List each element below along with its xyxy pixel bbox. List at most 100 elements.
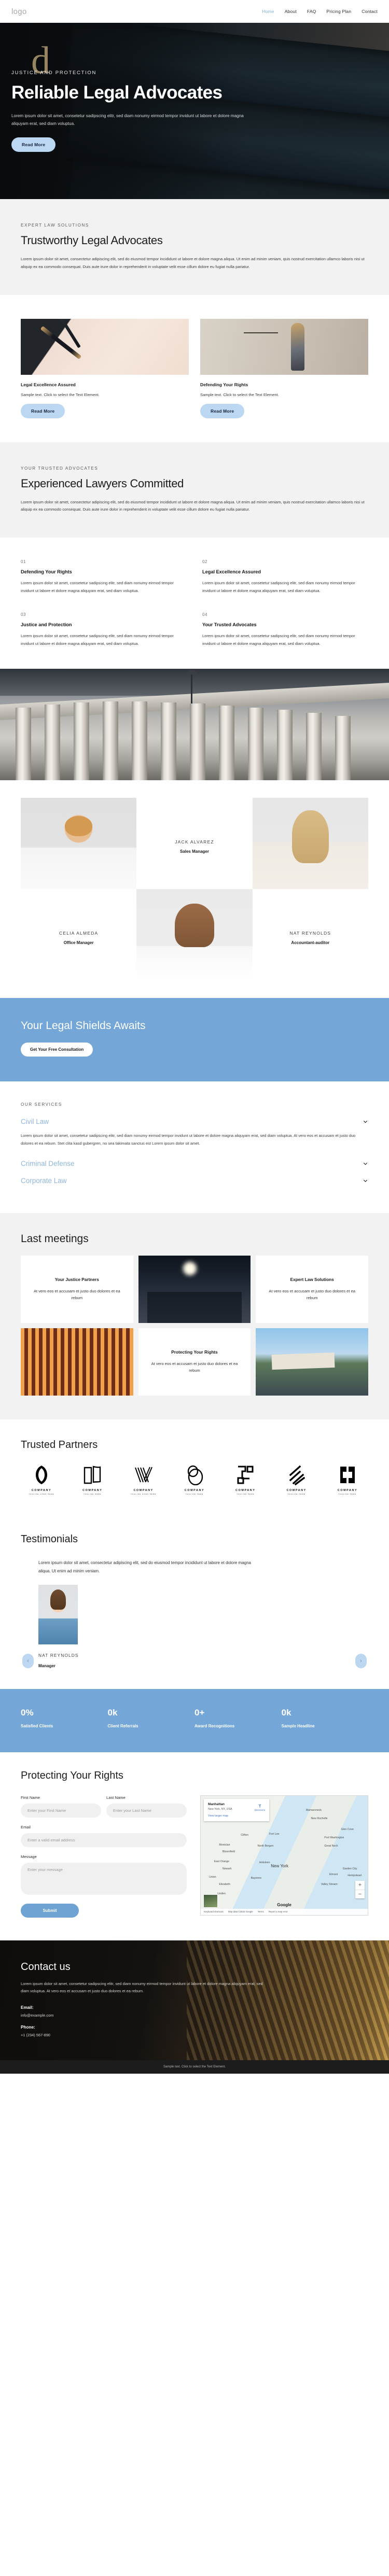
zoom-out-button[interactable]: − (355, 1889, 365, 1898)
testimonials-section: Testimonials Lorem ipsum dolor sit amet,… (0, 1515, 389, 1689)
feature-title: Legal Excellence Assured (202, 569, 261, 575)
courthouse-columns-banner (0, 668, 389, 780)
testimonial-quote: Lorem ipsum dolor sit amet, consectetur … (38, 1560, 251, 1573)
first-name-input[interactable] (21, 1803, 101, 1818)
feature-item: 04 Your Trusted Advocates Lorem ipsum do… (202, 612, 368, 647)
contact-form-section: Protecting Your Rights First Name Last N… (0, 1752, 389, 1940)
card-read-more-button[interactable]: Read More (21, 403, 65, 418)
nav-link-about[interactable]: About (285, 9, 297, 14)
footer-email-value[interactable]: info@example.com (21, 2013, 368, 2018)
chevron-down-icon[interactable] (363, 1161, 368, 1166)
accordion-header[interactable]: Civil Law (21, 1118, 368, 1125)
nav-link-contact[interactable]: Contact (362, 9, 378, 14)
accordion-header[interactable]: Corporate Law (21, 1177, 368, 1185)
meeting-tile: Your Justice Partners At vero eos et acc… (21, 1255, 133, 1323)
map-label: East Orange (214, 1860, 229, 1863)
accordion-item-criminal-defense: Criminal Defense (21, 1155, 368, 1172)
stat-value: 0+ (195, 1707, 205, 1718)
map-terms-link[interactable]: Terms (258, 1910, 264, 1913)
map-zoom-controls[interactable]: + − (355, 1880, 365, 1898)
feature-card: Legal Excellence Assured Sample text. Cl… (21, 318, 189, 418)
nav-links: Home About FAQ Pricing Plan Contact (262, 9, 378, 14)
top-navigation: logo Home About FAQ Pricing Plan Contact (0, 0, 389, 23)
map-data-attribution: Map data ©2024 Google (228, 1910, 253, 1913)
footer-description: Lorem ipsum dolor sit amet, consetetur s… (21, 1981, 263, 1993)
map-directions-button[interactable]: Directions (255, 1803, 265, 1811)
team-member-info: CELIA ALMEDA Office Manager (21, 889, 136, 980)
chevron-down-icon[interactable] (363, 1119, 368, 1124)
map-view-larger-link[interactable]: View larger map (208, 1814, 265, 1818)
feature-text: Lorem ipsum dolor sit amet, consetetur s… (21, 581, 174, 593)
accordion-header[interactable]: Criminal Defense (21, 1160, 368, 1167)
team-member-name: NAT REYNOLDS (289, 931, 331, 936)
partner-logo[interactable]: COMPANY TAGLINE HERE (72, 1465, 113, 1495)
accordion-item-corporate-law: Corporate Law (21, 1172, 368, 1189)
meeting-tile-title: Expert Law Solutions (290, 1276, 334, 1282)
accordion-item-civil-law: Civil Law Lorem ipsum dolor sit amet, co… (21, 1113, 368, 1155)
chevron-down-icon[interactable] (363, 1178, 368, 1184)
partner-logo[interactable]: COMPANY TAGLINE HERE (276, 1465, 317, 1495)
map-label: Bloomfield (222, 1850, 235, 1854)
google-map[interactable]: New York Mamaroneck New Rochelle Glen Co… (200, 1795, 368, 1916)
stat-item: 0k Client Referrals (108, 1708, 195, 1728)
team-member-role: Sales Manager (179, 849, 209, 854)
feature-text: Lorem ipsum dolor sit amet, consetetur s… (21, 634, 174, 646)
card-read-more-button[interactable]: Read More (200, 403, 245, 418)
zoom-in-button[interactable]: + (355, 1881, 365, 1890)
partner-tagline: TAGLINE HERE (237, 1493, 255, 1495)
partner-logo[interactable]: COMPANY TAGLINE HERE (225, 1465, 266, 1495)
site-logo[interactable]: logo (11, 7, 27, 16)
team-photo-celia-almeda (136, 889, 253, 980)
meeting-tile-text: At vero eos et accusam et justo duo dolo… (33, 1288, 120, 1301)
nav-link-faq[interactable]: FAQ (307, 9, 316, 14)
footer-email-block: Email: info@example.com (21, 2005, 368, 2018)
map-label: Glen Cove (341, 1827, 354, 1831)
hero-read-more-button[interactable]: Read More (11, 137, 56, 152)
map-streetview-thumbnail[interactable] (203, 1894, 218, 1908)
hero-title: Reliable Legal Advocates (11, 82, 223, 103)
page-root: logo Home About FAQ Pricing Plan Contact… (0, 0, 389, 2074)
footer-title: Contact us (21, 1961, 71, 1973)
partner-logo[interactable]: COMPANY TAGLINE HERE (174, 1465, 215, 1495)
footer-phone-value[interactable]: +1 (234) 567-890 (21, 2033, 368, 2037)
last-meetings-section: Last meetings Your Justice Partners At v… (0, 1213, 389, 1419)
partners-title: Trusted Partners (21, 1439, 98, 1451)
feature-title: Your Trusted Advocates (202, 622, 257, 628)
last-name-input[interactable] (106, 1803, 187, 1818)
stat-value: 0% (21, 1707, 34, 1718)
nav-link-home[interactable]: Home (262, 9, 274, 14)
testimonials-title: Testimonials (21, 1533, 78, 1545)
submit-button[interactable]: Submit (21, 1903, 79, 1918)
team-member-info: JACK ALVAREZ Sales Manager (136, 798, 252, 889)
stat-label: Satisfied Clients (21, 1723, 53, 1728)
map-city-label: New York (271, 1863, 289, 1868)
partner-name: COMPANY (133, 1488, 154, 1492)
map-keyboard-shortcuts[interactable]: Keyboard shortcuts (204, 1910, 224, 1913)
nav-link-pricing-plan[interactable]: Pricing Plan (327, 9, 352, 14)
partner-name: COMPANY (337, 1488, 358, 1492)
partner-tagline: TAGLINE GOES HERE (131, 1493, 157, 1495)
cta-consultation-button[interactable]: Get Your Free Consultation (21, 1042, 93, 1057)
map-label: Port Washington (324, 1836, 344, 1839)
partner-logo[interactable]: COMPANY TAGLINE GOES HERE (123, 1465, 164, 1495)
message-textarea[interactable] (21, 1862, 187, 1895)
partner-tagline: TAGLINE HERE (84, 1493, 102, 1495)
footer-section: Contact us Lorem ipsum dolor sit amet, c… (0, 1940, 389, 2060)
meeting-tile-text: At vero eos et accusam et justo duo dolo… (151, 1361, 238, 1373)
accordion-body: Lorem ipsum dolor sit amet, consetetur s… (21, 1133, 356, 1146)
partner-name: COMPANY (82, 1488, 103, 1492)
last-name-label: Last Name (106, 1795, 126, 1800)
feature-title: Justice and Protection (21, 622, 72, 628)
email-input[interactable] (21, 1833, 187, 1847)
map-label: Montclair (219, 1843, 230, 1847)
advocates-eyebrow: YOUR TRUSTED ADVOCATES (21, 466, 99, 471)
chevron-left-icon[interactable]: ‹ (22, 1653, 34, 1668)
map-panel: New York Mamaroneck New Rochelle Glen Co… (200, 1795, 368, 1918)
chevron-right-icon[interactable]: › (355, 1653, 367, 1668)
partner-logo[interactable]: COMPANY TAGLINE GOES HERE (21, 1465, 62, 1495)
contact-form: First Name Last Name Email Message (21, 1795, 187, 1918)
partner-logo[interactable]: COMPANY TAGLINE HERE (327, 1465, 368, 1495)
partner-name: COMPANY (184, 1488, 205, 1492)
map-report-link[interactable]: Report a map error (269, 1910, 288, 1913)
team-member-name: JACK ALVAREZ (175, 839, 214, 845)
